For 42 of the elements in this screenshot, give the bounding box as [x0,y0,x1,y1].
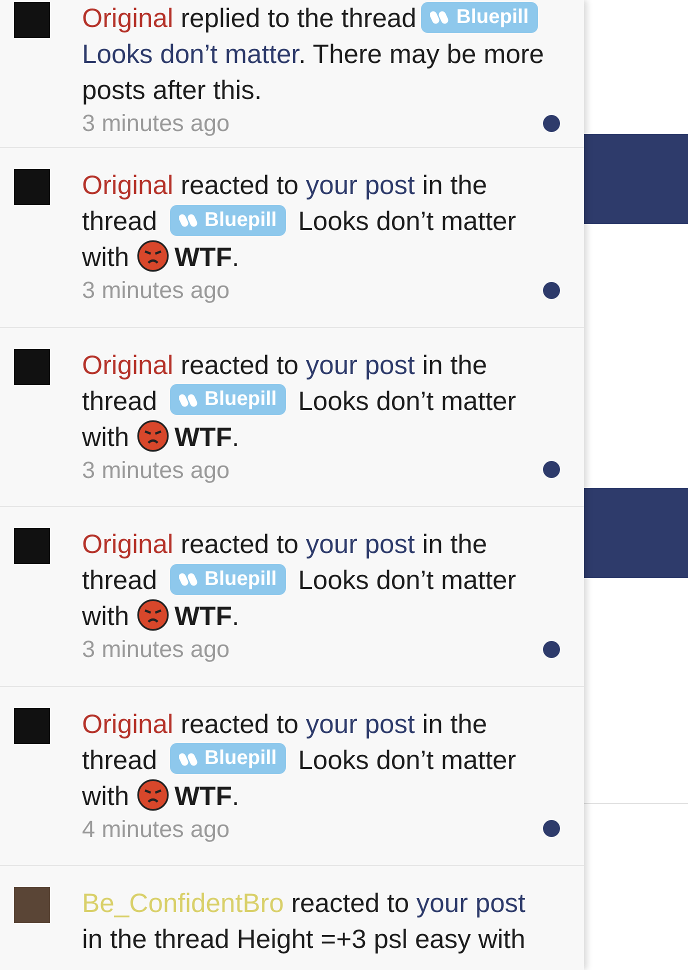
alert-time: 3 minutes ago [82,635,230,664]
thread-prefix-badge: Bluepill [421,2,538,32]
avatar-photo-placeholder[interactable] [14,169,50,205]
unread-dot[interactable] [543,820,560,837]
username-link[interactable]: Original [82,170,174,200]
post-link[interactable]: your post [306,350,415,380]
post-link[interactable]: your post [306,529,415,559]
unread-dot[interactable] [543,114,560,132]
avatar-photo-placeholder[interactable] [14,528,50,564]
username-link[interactable]: Original [82,350,174,380]
avatar-photo-placeholder[interactable] [14,2,50,38]
post-link[interactable]: your post [306,708,415,738]
thread-prefix-badge: Bluepill [170,384,286,415]
alert-text: Original reacted to your post in the thread Bluepill Looks don’t matter with WTF. [82,708,518,812]
post-link[interactable]: your post [306,170,415,200]
username-link[interactable]: Original [82,708,174,738]
username-link[interactable]: Original [82,529,174,559]
thread-prefix-badge: Bluepill [170,564,286,594]
post-link[interactable]: your post [416,888,526,918]
alert-text: Original reacted to your post in the thread Bluepill Looks don’t matter with WTF. [82,169,518,274]
alert-text: Original replied to the thread Bluepill Looks don’t matter. There may be more posts after this. [82,0,546,107]
alert-text: Original reacted to your post in the thread Bluepill Looks don’t matter with WTF. [82,348,518,454]
post-link[interactable]: Looks don’t matter [82,39,299,69]
alert-time: 3 minutes ago [82,456,230,484]
unread-dot[interactable] [543,461,560,478]
alert-time: 3 minutes ago [82,109,230,138]
angry-face-icon [136,599,168,631]
avatar-photo-placeholder[interactable] [14,348,50,384]
angry-face-icon [136,240,168,272]
unread-dot[interactable] [543,640,560,658]
avatar-photo-placeholder[interactable] [14,887,50,923]
angry-face-icon [136,420,168,452]
unread-dot[interactable] [543,282,560,298]
username-link[interactable]: Original [82,3,174,33]
alert-time: 3 minutes ago [82,276,230,305]
avatar-photo-placeholder[interactable] [14,708,50,744]
alert-text: Original reacted to your post in the thread Bluepill Looks don’t matter with WTF. [82,528,518,633]
alert-time: 4 minutes ago [82,814,230,844]
thread-prefix-badge: Bluepill [170,743,286,774]
alert-text: Be_ConfidentBro reacted to your post in the thread Height =+3 psl easy with [82,887,526,956]
angry-face-icon [136,778,168,810]
thread-prefix-badge: Bluepill [170,204,286,236]
